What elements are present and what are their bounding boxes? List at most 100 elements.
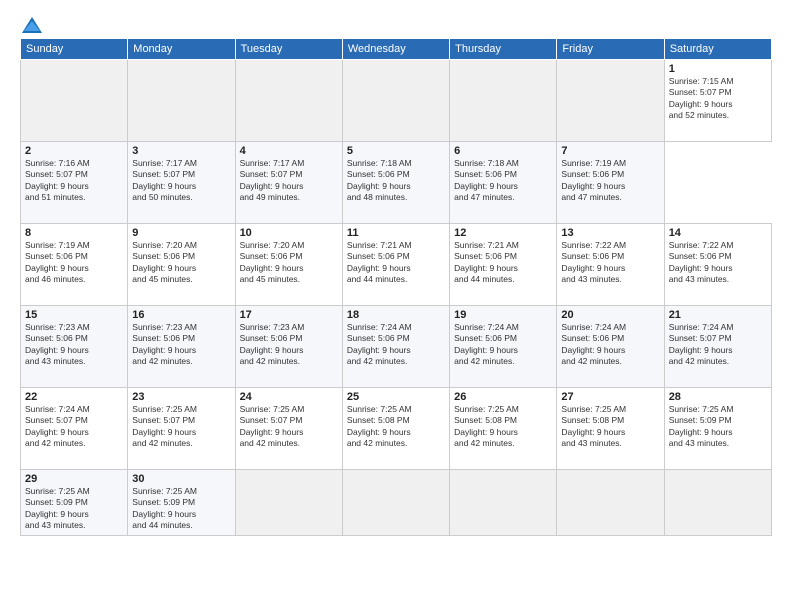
logo-text: [20, 16, 44, 34]
day-number: 29: [25, 473, 123, 485]
day-info: Sunrise: 7:21 AM Sunset: 5:06 PM Dayligh…: [347, 240, 445, 286]
day-number: 4: [240, 145, 338, 157]
header: [20, 16, 772, 30]
day-number: 30: [132, 473, 230, 485]
day-info: Sunrise: 7:25 AM Sunset: 5:08 PM Dayligh…: [561, 404, 659, 450]
day-info: Sunrise: 7:25 AM Sunset: 5:09 PM Dayligh…: [669, 404, 767, 450]
day-info: Sunrise: 7:20 AM Sunset: 5:06 PM Dayligh…: [240, 240, 338, 286]
day-info: Sunrise: 7:25 AM Sunset: 5:09 PM Dayligh…: [25, 486, 123, 532]
day-number: 10: [240, 227, 338, 239]
day-number: 20: [561, 309, 659, 321]
day-info: Sunrise: 7:19 AM Sunset: 5:06 PM Dayligh…: [25, 240, 123, 286]
calendar-day-28: 28Sunrise: 7:25 AM Sunset: 5:09 PM Dayli…: [664, 388, 771, 470]
day-number: 25: [347, 391, 445, 403]
calendar-week-1: 1Sunrise: 7:15 AM Sunset: 5:07 PM Daylig…: [21, 60, 772, 142]
calendar-day-4: 4Sunrise: 7:17 AM Sunset: 5:07 PM Daylig…: [235, 142, 342, 224]
day-info: Sunrise: 7:24 AM Sunset: 5:06 PM Dayligh…: [561, 322, 659, 368]
day-info: Sunrise: 7:17 AM Sunset: 5:07 PM Dayligh…: [132, 158, 230, 204]
day-info: Sunrise: 7:25 AM Sunset: 5:07 PM Dayligh…: [132, 404, 230, 450]
calendar-day-22: 22Sunrise: 7:24 AM Sunset: 5:07 PM Dayli…: [21, 388, 128, 470]
day-number: 7: [561, 145, 659, 157]
calendar-day-2: 2Sunrise: 7:16 AM Sunset: 5:07 PM Daylig…: [21, 142, 128, 224]
day-number: 16: [132, 309, 230, 321]
calendar-day-12: 12Sunrise: 7:21 AM Sunset: 5:06 PM Dayli…: [450, 224, 557, 306]
day-header-tuesday: Tuesday: [235, 39, 342, 60]
day-header-thursday: Thursday: [450, 39, 557, 60]
day-number: 2: [25, 145, 123, 157]
day-info: Sunrise: 7:25 AM Sunset: 5:08 PM Dayligh…: [347, 404, 445, 450]
day-number: 15: [25, 309, 123, 321]
calendar-day-14: 14Sunrise: 7:22 AM Sunset: 5:06 PM Dayli…: [664, 224, 771, 306]
calendar-day-empty: [342, 470, 449, 536]
logo-icon: [21, 16, 43, 34]
day-info: Sunrise: 7:23 AM Sunset: 5:06 PM Dayligh…: [25, 322, 123, 368]
calendar-day-26: 26Sunrise: 7:25 AM Sunset: 5:08 PM Dayli…: [450, 388, 557, 470]
calendar-day-empty: [450, 60, 557, 142]
day-number: 12: [454, 227, 552, 239]
day-number: 18: [347, 309, 445, 321]
calendar-day-8: 8Sunrise: 7:19 AM Sunset: 5:06 PM Daylig…: [21, 224, 128, 306]
page: SundayMondayTuesdayWednesdayThursdayFrid…: [0, 0, 792, 612]
day-info: Sunrise: 7:24 AM Sunset: 5:07 PM Dayligh…: [25, 404, 123, 450]
calendar-day-empty: [557, 60, 664, 142]
day-number: 13: [561, 227, 659, 239]
day-info: Sunrise: 7:25 AM Sunset: 5:07 PM Dayligh…: [240, 404, 338, 450]
day-info: Sunrise: 7:24 AM Sunset: 5:07 PM Dayligh…: [669, 322, 767, 368]
day-number: 1: [669, 63, 767, 75]
day-number: 17: [240, 309, 338, 321]
day-number: 19: [454, 309, 552, 321]
calendar-day-25: 25Sunrise: 7:25 AM Sunset: 5:08 PM Dayli…: [342, 388, 449, 470]
day-info: Sunrise: 7:18 AM Sunset: 5:06 PM Dayligh…: [347, 158, 445, 204]
calendar: SundayMondayTuesdayWednesdayThursdayFrid…: [20, 38, 772, 536]
day-info: Sunrise: 7:25 AM Sunset: 5:09 PM Dayligh…: [132, 486, 230, 532]
day-number: 8: [25, 227, 123, 239]
day-header-saturday: Saturday: [664, 39, 771, 60]
day-info: Sunrise: 7:23 AM Sunset: 5:06 PM Dayligh…: [132, 322, 230, 368]
day-info: Sunrise: 7:18 AM Sunset: 5:06 PM Dayligh…: [454, 158, 552, 204]
day-number: 28: [669, 391, 767, 403]
day-info: Sunrise: 7:24 AM Sunset: 5:06 PM Dayligh…: [454, 322, 552, 368]
day-info: Sunrise: 7:21 AM Sunset: 5:06 PM Dayligh…: [454, 240, 552, 286]
calendar-day-24: 24Sunrise: 7:25 AM Sunset: 5:07 PM Dayli…: [235, 388, 342, 470]
day-number: 3: [132, 145, 230, 157]
day-number: 27: [561, 391, 659, 403]
calendar-day-7: 7Sunrise: 7:19 AM Sunset: 5:06 PM Daylig…: [557, 142, 664, 224]
day-number: 6: [454, 145, 552, 157]
day-number: 5: [347, 145, 445, 157]
logo: [20, 16, 44, 30]
calendar-day-29: 29Sunrise: 7:25 AM Sunset: 5:09 PM Dayli…: [21, 470, 128, 536]
calendar-day-5: 5Sunrise: 7:18 AM Sunset: 5:06 PM Daylig…: [342, 142, 449, 224]
calendar-day-20: 20Sunrise: 7:24 AM Sunset: 5:06 PM Dayli…: [557, 306, 664, 388]
day-number: 24: [240, 391, 338, 403]
day-info: Sunrise: 7:24 AM Sunset: 5:06 PM Dayligh…: [347, 322, 445, 368]
calendar-week-3: 8Sunrise: 7:19 AM Sunset: 5:06 PM Daylig…: [21, 224, 772, 306]
calendar-day-3: 3Sunrise: 7:17 AM Sunset: 5:07 PM Daylig…: [128, 142, 235, 224]
calendar-day-23: 23Sunrise: 7:25 AM Sunset: 5:07 PM Dayli…: [128, 388, 235, 470]
calendar-day-19: 19Sunrise: 7:24 AM Sunset: 5:06 PM Dayli…: [450, 306, 557, 388]
day-info: Sunrise: 7:20 AM Sunset: 5:06 PM Dayligh…: [132, 240, 230, 286]
day-number: 14: [669, 227, 767, 239]
calendar-day-empty: [235, 470, 342, 536]
calendar-week-6: 29Sunrise: 7:25 AM Sunset: 5:09 PM Dayli…: [21, 470, 772, 536]
calendar-week-5: 22Sunrise: 7:24 AM Sunset: 5:07 PM Dayli…: [21, 388, 772, 470]
calendar-day-11: 11Sunrise: 7:21 AM Sunset: 5:06 PM Dayli…: [342, 224, 449, 306]
day-header-sunday: Sunday: [21, 39, 128, 60]
calendar-day-10: 10Sunrise: 7:20 AM Sunset: 5:06 PM Dayli…: [235, 224, 342, 306]
calendar-day-16: 16Sunrise: 7:23 AM Sunset: 5:06 PM Dayli…: [128, 306, 235, 388]
calendar-day-empty: [21, 60, 128, 142]
calendar-day-9: 9Sunrise: 7:20 AM Sunset: 5:06 PM Daylig…: [128, 224, 235, 306]
day-number: 21: [669, 309, 767, 321]
day-info: Sunrise: 7:15 AM Sunset: 5:07 PM Dayligh…: [669, 76, 767, 122]
calendar-day-6: 6Sunrise: 7:18 AM Sunset: 5:06 PM Daylig…: [450, 142, 557, 224]
calendar-day-27: 27Sunrise: 7:25 AM Sunset: 5:08 PM Dayli…: [557, 388, 664, 470]
calendar-day-1: 1Sunrise: 7:15 AM Sunset: 5:07 PM Daylig…: [664, 60, 771, 142]
day-info: Sunrise: 7:17 AM Sunset: 5:07 PM Dayligh…: [240, 158, 338, 204]
calendar-day-13: 13Sunrise: 7:22 AM Sunset: 5:06 PM Dayli…: [557, 224, 664, 306]
calendar-header-row: SundayMondayTuesdayWednesdayThursdayFrid…: [21, 39, 772, 60]
day-info: Sunrise: 7:22 AM Sunset: 5:06 PM Dayligh…: [561, 240, 659, 286]
calendar-week-4: 15Sunrise: 7:23 AM Sunset: 5:06 PM Dayli…: [21, 306, 772, 388]
day-number: 11: [347, 227, 445, 239]
day-number: 26: [454, 391, 552, 403]
day-number: 23: [132, 391, 230, 403]
calendar-week-2: 2Sunrise: 7:16 AM Sunset: 5:07 PM Daylig…: [21, 142, 772, 224]
